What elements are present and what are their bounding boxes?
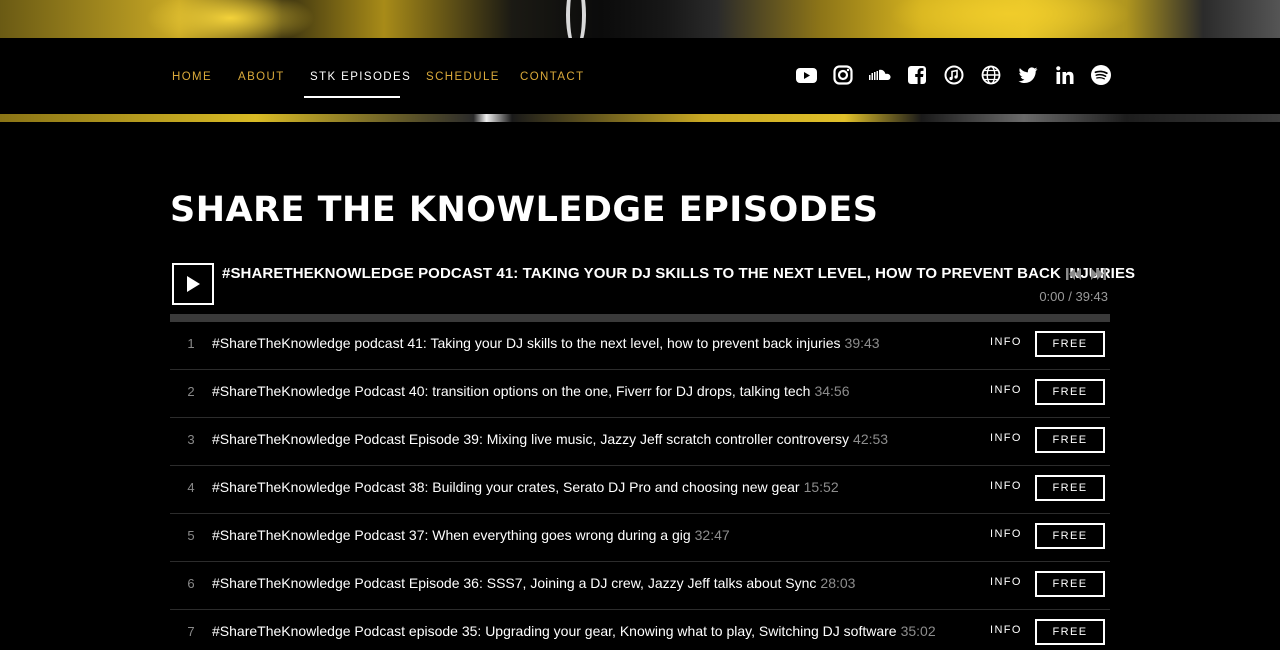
- track-number: 4: [187, 480, 195, 495]
- free-download-button[interactable]: FREE: [1035, 427, 1105, 453]
- website-globe-icon[interactable]: [980, 64, 1002, 86]
- info-button[interactable]: INFO: [990, 432, 1022, 444]
- play-button[interactable]: [172, 263, 214, 305]
- hero-image-top: [0, 0, 1280, 50]
- track-duration: 32:47: [694, 527, 730, 543]
- track-title[interactable]: #ShareTheKnowledge Podcast episode 35: U…: [212, 623, 936, 639]
- track-duration: 28:03: [820, 575, 856, 591]
- nav-about[interactable]: ABOUT: [238, 71, 285, 83]
- track-duration: 39:43: [844, 335, 880, 351]
- track-duration: 42:53: [853, 431, 889, 447]
- linkedin-icon[interactable]: [1054, 64, 1076, 86]
- instagram-icon[interactable]: [832, 64, 854, 86]
- track-duration: 15:52: [803, 479, 839, 495]
- playback-time: 0:00 / 39:43: [1039, 289, 1108, 304]
- track-title[interactable]: #ShareTheKnowledge Podcast Episode 39: M…: [212, 431, 888, 447]
- track-number: 3: [187, 432, 195, 447]
- track-row[interactable]: 6 #ShareTheKnowledge Podcast Episode 36:…: [170, 562, 1110, 610]
- navbar: HOME ABOUT STK EPISODES SCHEDULE CONTACT: [0, 38, 1280, 114]
- active-nav-underline: [304, 96, 400, 98]
- info-button[interactable]: INFO: [990, 528, 1022, 540]
- track-title[interactable]: #ShareTheKnowledge podcast 41: Taking yo…: [212, 335, 880, 351]
- page-title: SHARE THE KNOWLEDGE EPISODES: [170, 190, 879, 230]
- track-number: 5: [187, 528, 195, 543]
- track-row[interactable]: 2 #ShareTheKnowledge Podcast 40: transit…: [170, 370, 1110, 418]
- facebook-icon[interactable]: [906, 64, 928, 86]
- track-list: 1 #ShareTheKnowledge podcast 41: Taking …: [170, 322, 1110, 650]
- track-row[interactable]: 1 #ShareTheKnowledge podcast 41: Taking …: [170, 322, 1110, 370]
- info-button[interactable]: INFO: [990, 480, 1022, 492]
- track-duration: 34:56: [814, 383, 850, 399]
- free-download-button[interactable]: FREE: [1035, 619, 1105, 645]
- hero-image-bottom: [0, 114, 1280, 122]
- apple-music-icon[interactable]: [943, 64, 965, 86]
- track-number: 1: [187, 336, 195, 351]
- youtube-icon[interactable]: [795, 64, 817, 86]
- track-row[interactable]: 4 #ShareTheKnowledge Podcast 38: Buildin…: [170, 466, 1110, 514]
- play-icon: [187, 276, 200, 292]
- nav-schedule[interactable]: SCHEDULE: [426, 71, 500, 83]
- next-track-icon[interactable]: [1090, 267, 1106, 281]
- nav-home[interactable]: HOME: [172, 71, 212, 83]
- info-button[interactable]: INFO: [990, 576, 1022, 588]
- track-duration: 35:02: [900, 623, 936, 639]
- free-download-button[interactable]: FREE: [1035, 475, 1105, 501]
- track-number: 7: [187, 624, 195, 639]
- free-download-button[interactable]: FREE: [1035, 331, 1105, 357]
- audio-player: #SHARETHEKNOWLEDGE PODCAST 41: TAKING YO…: [170, 262, 1135, 322]
- nav-contact[interactable]: CONTACT: [520, 71, 585, 83]
- free-download-button[interactable]: FREE: [1035, 571, 1105, 597]
- spotify-icon[interactable]: [1090, 64, 1112, 86]
- nav-stk-episodes[interactable]: STK EPISODES: [310, 71, 411, 83]
- free-download-button[interactable]: FREE: [1035, 379, 1105, 405]
- track-number: 6: [187, 576, 195, 591]
- free-download-button[interactable]: FREE: [1035, 523, 1105, 549]
- progress-bar[interactable]: [170, 314, 1110, 322]
- track-title[interactable]: #ShareTheKnowledge Podcast 38: Building …: [212, 479, 839, 495]
- track-title[interactable]: #ShareTheKnowledge Podcast 40: transitio…: [212, 383, 850, 399]
- track-row[interactable]: 3 #ShareTheKnowledge Podcast Episode 39:…: [170, 418, 1110, 466]
- info-button[interactable]: INFO: [990, 624, 1022, 636]
- track-number: 2: [187, 384, 195, 399]
- now-playing-title: #SHARETHEKNOWLEDGE PODCAST 41: TAKING YO…: [222, 265, 1136, 282]
- info-button[interactable]: INFO: [990, 336, 1022, 348]
- soundcloud-icon[interactable]: [869, 64, 891, 86]
- track-row[interactable]: 5 #ShareTheKnowledge Podcast 37: When ev…: [170, 514, 1110, 562]
- track-title[interactable]: #ShareTheKnowledge Podcast 37: When ever…: [212, 527, 730, 543]
- track-title[interactable]: #ShareTheKnowledge Podcast Episode 36: S…: [212, 575, 855, 591]
- info-button[interactable]: INFO: [990, 384, 1022, 396]
- track-row[interactable]: 7 #ShareTheKnowledge Podcast episode 35:…: [170, 610, 1110, 650]
- twitter-icon[interactable]: [1017, 64, 1039, 86]
- previous-track-icon[interactable]: [1066, 267, 1082, 281]
